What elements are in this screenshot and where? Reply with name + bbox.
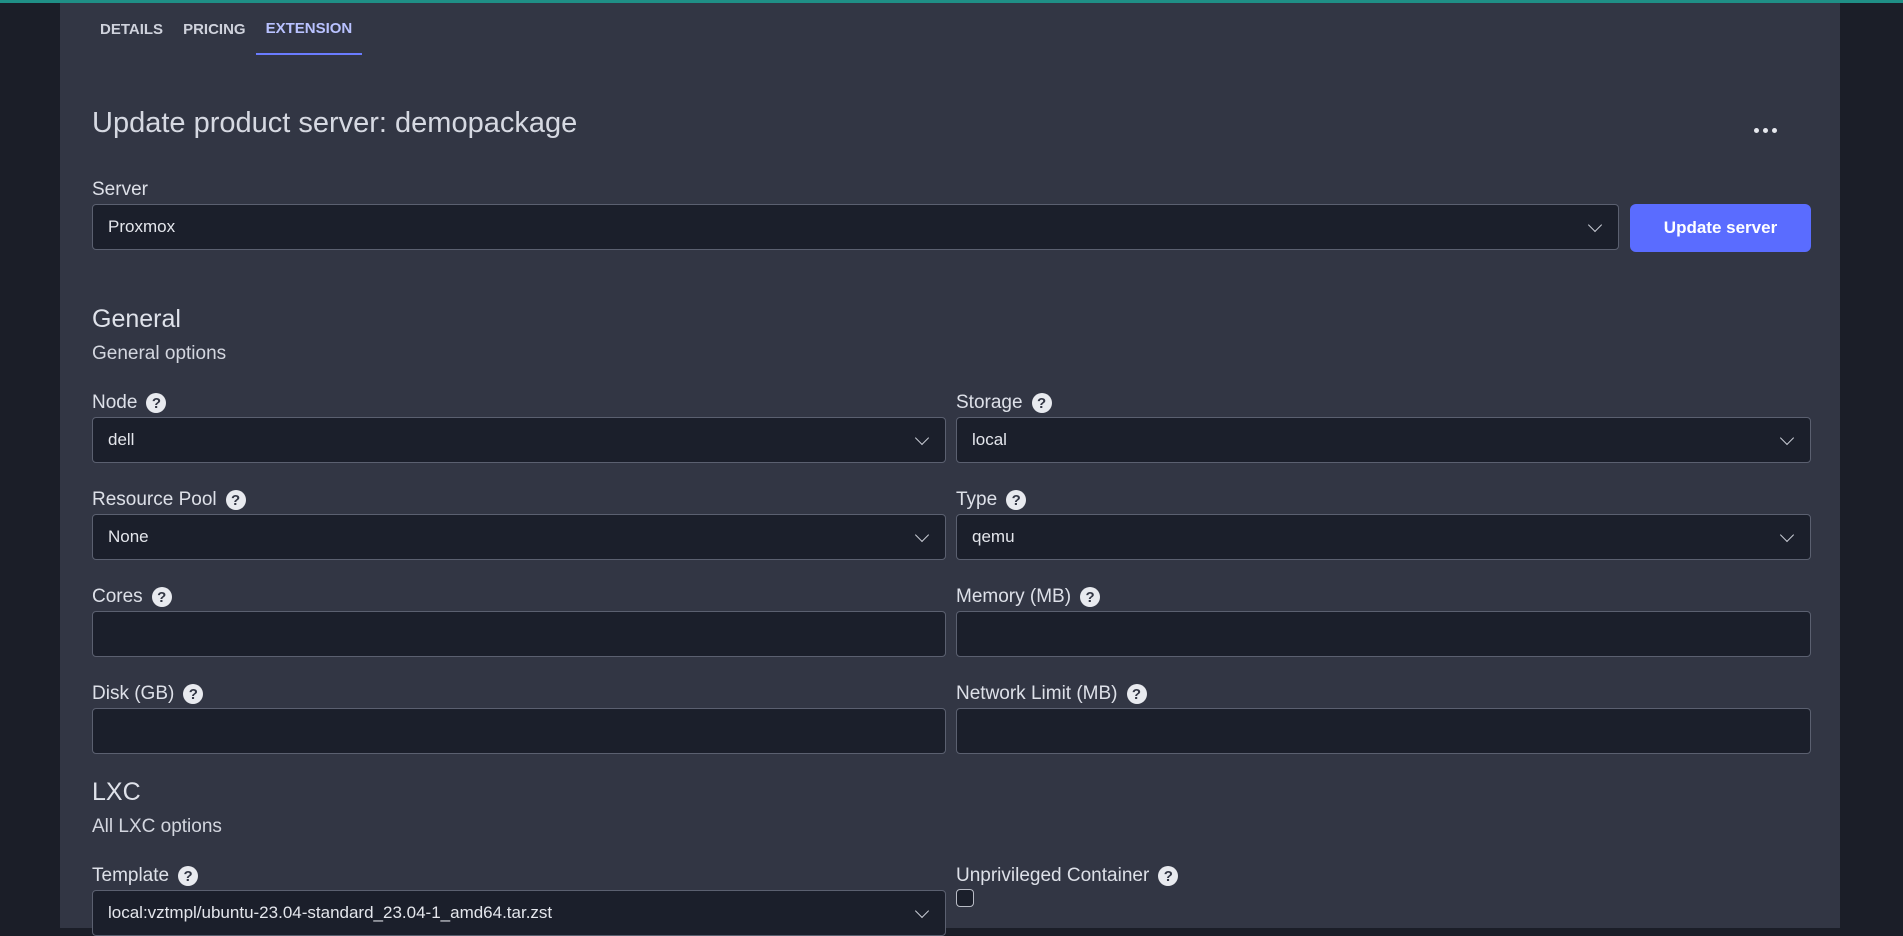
question-circle-icon[interactable]: ?	[1006, 490, 1027, 510]
server-select[interactable]: Proxmox	[92, 204, 1619, 250]
template-select[interactable]: local:vztmpl/ubuntu-23.04-standard_23.04…	[92, 890, 946, 936]
template-label-text: Template	[92, 865, 170, 886]
template-label: Template ?	[92, 865, 199, 887]
lxc-section-subtitle: All LXC options	[92, 816, 222, 837]
question-circle-icon[interactable]: ?	[1126, 684, 1147, 704]
chevron-down-icon	[914, 430, 930, 446]
storage-label: Storage ?	[956, 392, 1052, 414]
storage-label-text: Storage	[956, 392, 1023, 413]
node-label-text: Node	[92, 392, 138, 413]
question-circle-icon[interactable]: ?	[225, 490, 246, 510]
resource-pool-label-text: Resource Pool	[92, 489, 217, 510]
question-circle-icon[interactable]: ?	[1031, 393, 1052, 413]
server-label: Server	[92, 179, 148, 201]
network-limit-input[interactable]	[956, 708, 1811, 754]
disk-label-text: Disk (GB)	[92, 683, 175, 704]
chevron-down-icon	[1779, 527, 1795, 543]
chevron-down-icon	[914, 903, 930, 919]
more-dot-icon	[1762, 127, 1768, 133]
unprivileged-container-checkbox[interactable]	[956, 889, 974, 907]
template-select-value: local:vztmpl/ubuntu-23.04-standard_23.04…	[108, 903, 553, 922]
main-panel: DETAILS PRICING EXTENSION Update product…	[60, 3, 1840, 936]
server-select-value: Proxmox	[108, 217, 176, 236]
lxc-section-title: LXC	[92, 778, 141, 806]
resource-pool-label: Resource Pool ?	[92, 489, 246, 511]
question-circle-icon[interactable]: ?	[183, 684, 204, 704]
disk-input[interactable]	[92, 708, 946, 754]
network-limit-label-text: Network Limit (MB)	[956, 683, 1118, 704]
update-server-button[interactable]: Update server	[1630, 204, 1811, 252]
unprivileged-container-label-text: Unprivileged Container	[956, 865, 1150, 886]
tab-pricing[interactable]: PRICING	[173, 3, 256, 55]
type-label-text: Type	[956, 489, 998, 510]
unprivileged-container-label: Unprivileged Container ?	[956, 865, 1179, 887]
node-label: Node ?	[92, 392, 167, 414]
general-section-title: General	[92, 305, 181, 333]
tab-bar: DETAILS PRICING EXTENSION	[90, 3, 363, 55]
chevron-down-icon	[1779, 430, 1795, 446]
node-select[interactable]: dell	[92, 417, 946, 463]
cores-label-text: Cores	[92, 586, 143, 607]
question-circle-icon[interactable]: ?	[178, 866, 199, 886]
tab-extension[interactable]: EXTENSION	[255, 3, 363, 55]
resource-pool-select[interactable]: None	[92, 514, 946, 560]
question-circle-icon[interactable]: ?	[146, 393, 167, 413]
page-title: Update product server: demopackage	[92, 107, 578, 139]
more-options-button[interactable]	[1745, 115, 1785, 145]
resource-pool-select-value: None	[108, 527, 149, 546]
tab-details[interactable]: DETAILS	[90, 3, 173, 55]
question-circle-icon[interactable]: ?	[1158, 866, 1179, 886]
type-label: Type ?	[956, 489, 1027, 511]
more-dot-icon	[1753, 127, 1759, 133]
memory-input[interactable]	[956, 611, 1811, 657]
memory-label-text: Memory (MB)	[956, 586, 1072, 607]
storage-select-value: local	[972, 430, 1007, 449]
storage-select[interactable]: local	[956, 417, 1811, 463]
type-select-value: qemu	[972, 527, 1015, 546]
disk-label: Disk (GB) ?	[92, 683, 204, 705]
chevron-down-icon	[1587, 217, 1603, 233]
question-circle-icon[interactable]: ?	[1080, 587, 1101, 607]
node-select-value: dell	[108, 430, 135, 449]
type-select[interactable]: qemu	[956, 514, 1811, 560]
memory-label: Memory (MB) ?	[956, 586, 1101, 608]
chevron-down-icon	[914, 527, 930, 543]
general-section-subtitle: General options	[92, 343, 227, 364]
network-limit-label: Network Limit (MB) ?	[956, 683, 1147, 705]
more-dot-icon	[1771, 127, 1777, 133]
cores-input[interactable]	[92, 611, 946, 657]
server-label-text: Server	[92, 179, 148, 200]
question-circle-icon[interactable]: ?	[151, 587, 172, 607]
cores-label: Cores ?	[92, 586, 172, 608]
